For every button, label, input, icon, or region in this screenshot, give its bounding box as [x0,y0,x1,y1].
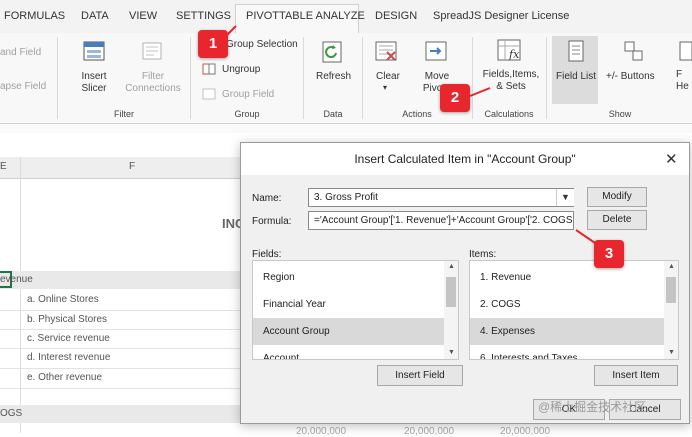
callout-arrows [221,25,599,246]
watermark: @稀土掘金技术社区 [538,400,647,414]
callout-badge-3: 3 [594,240,624,268]
callout-badge-1: 1 [198,30,228,58]
callout-badge-2: 2 [440,84,470,112]
